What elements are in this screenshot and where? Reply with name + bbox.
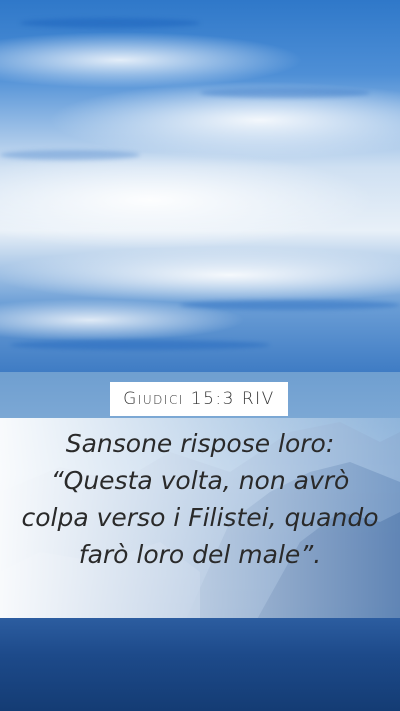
background-photo <box>0 0 400 711</box>
sea <box>0 618 400 711</box>
cloudy-sky <box>0 0 400 372</box>
reference-text: Giudici 15:3 RIV <box>123 389 275 409</box>
reference-label: Giudici 15:3 RIV <box>110 382 288 416</box>
verse-text: Sansone rispose loro: “Questa volta, non… <box>21 429 379 569</box>
